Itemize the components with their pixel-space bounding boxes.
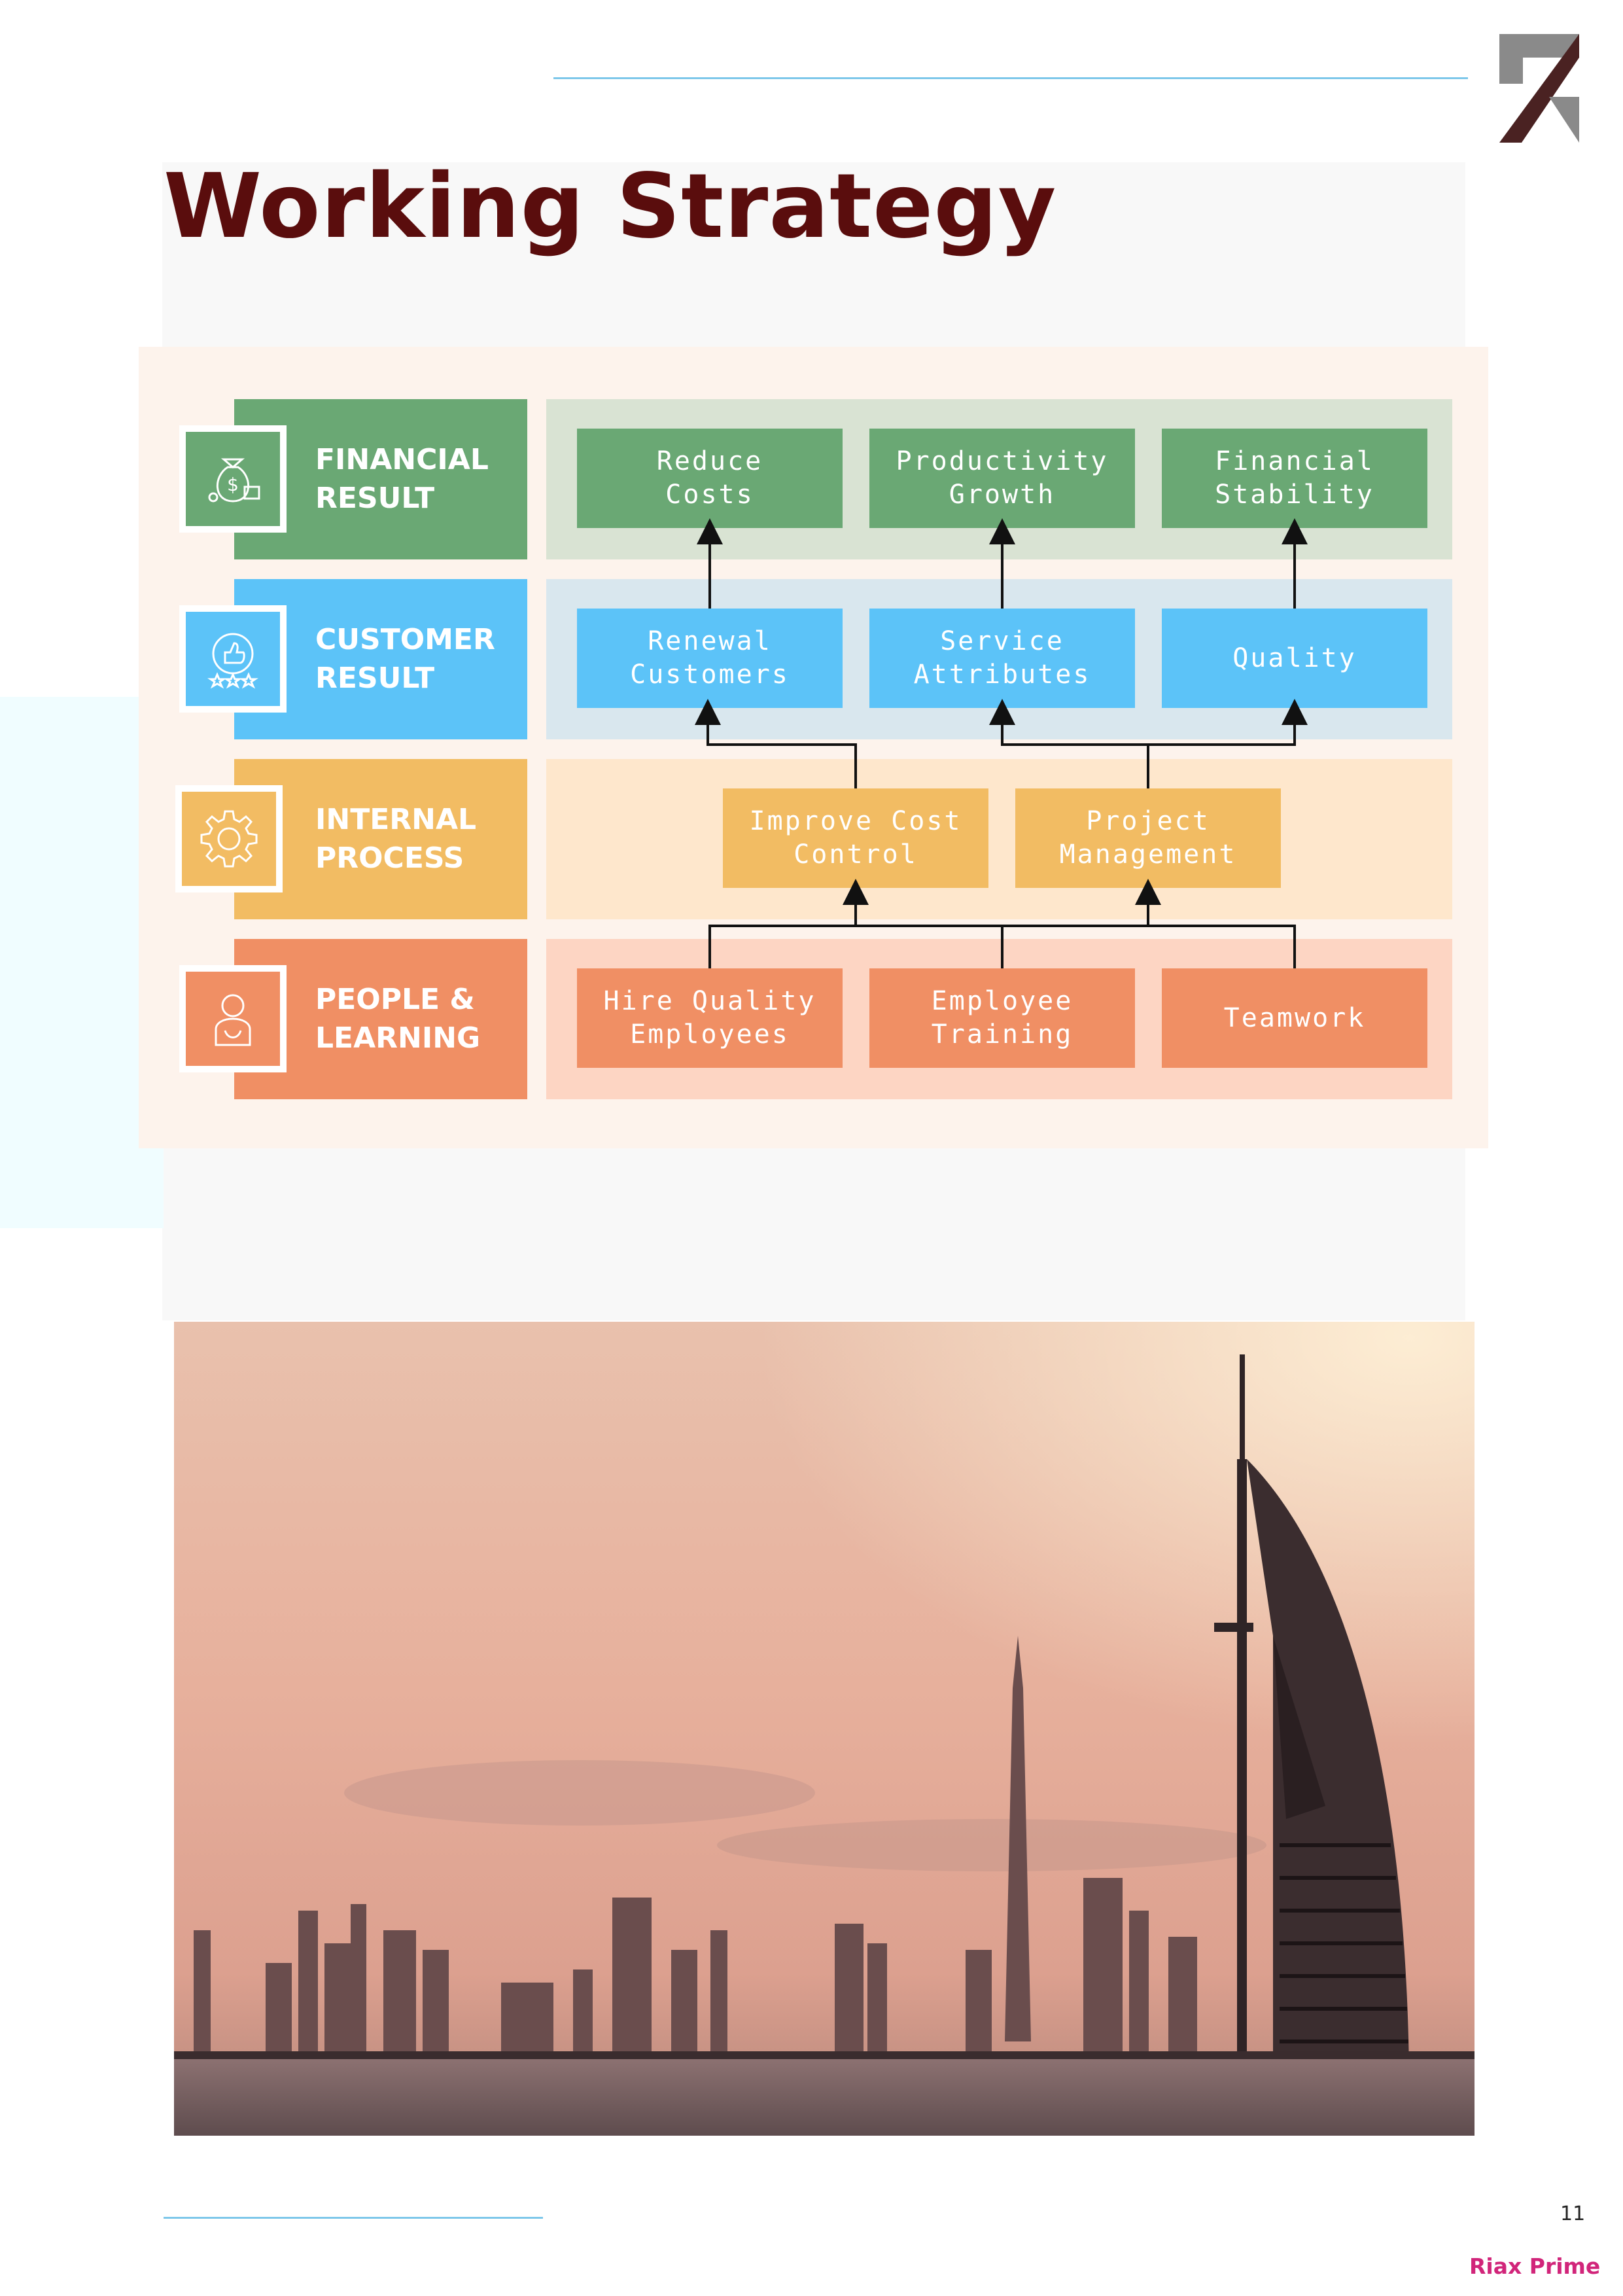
bottom-rule bbox=[164, 2217, 543, 2219]
dubai-skyline-photo bbox=[174, 1322, 1475, 2136]
brand-name: Riax Prime bbox=[1469, 2253, 1601, 2279]
skyline-illustration bbox=[174, 1322, 1475, 2136]
page-number: 11 bbox=[1560, 2202, 1586, 2225]
connector-lines bbox=[695, 518, 1308, 968]
